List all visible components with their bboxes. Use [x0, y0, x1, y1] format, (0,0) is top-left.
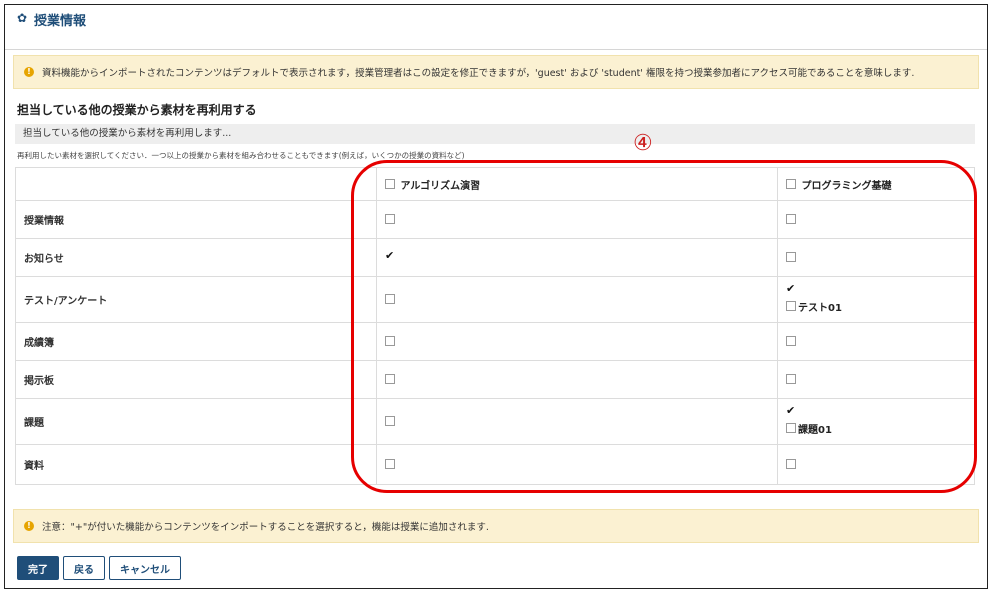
- gear-icon: ✿: [17, 11, 28, 25]
- table-row: 授業情報: [15, 200, 975, 239]
- cell-forum-programming: [777, 360, 975, 399]
- sub-item-test01: テスト01: [786, 299, 966, 314]
- done-button[interactable]: 完了: [17, 556, 59, 580]
- checkbox-announcements-algorithm[interactable]: [385, 249, 396, 263]
- checkbox-forum-algorithm[interactable]: [385, 374, 395, 384]
- info-icon: !: [24, 521, 34, 531]
- cell-forum-algorithm: [376, 360, 778, 399]
- checkbox-announcements-programming[interactable]: [786, 252, 796, 262]
- checkbox-course-info-algorithm[interactable]: [385, 214, 395, 224]
- checkbox-forum-programming[interactable]: [786, 374, 796, 384]
- table-row: 課題 課題01: [15, 398, 975, 445]
- table-row: 成績簿: [15, 322, 975, 361]
- warning-alert: ! 注意："+"が付いた機能からコンテンツをインポートすることを選択すると，機能…: [13, 509, 979, 543]
- table-row: 資料: [15, 444, 975, 485]
- cell-announcements-programming: [777, 238, 975, 277]
- checkbox-tests-algorithm[interactable]: [385, 294, 395, 304]
- column-header-algorithm: アルゴリズム演習: [376, 167, 778, 201]
- back-button[interactable]: 戻る: [63, 556, 105, 580]
- sub-item-label-test01: テスト01: [798, 302, 842, 314]
- checkbox-course-info-programming[interactable]: [786, 214, 796, 224]
- page-header: ✿ 授業情報: [5, 5, 987, 50]
- checkbox-gradebook-programming[interactable]: [786, 336, 796, 346]
- header-empty-cell: [15, 167, 377, 201]
- material-table: アルゴリズム演習 プログラミング基礎 授業情報 お知らせ テスト/アンケート テ…: [15, 167, 975, 485]
- cell-assignments-programming: 課題01: [777, 398, 975, 445]
- checkbox-assignments-algorithm[interactable]: [385, 416, 395, 426]
- cell-gradebook-programming: [777, 322, 975, 361]
- info-alert: ! 資料機能からインポートされたコンテンツはデフォルトで表示されます，授業管理者…: [13, 55, 979, 89]
- selection-hint: 再利用したい素材を選択してください．一つ以上の授業から素材を組み合わせることもで…: [17, 151, 465, 160]
- column-checkbox-programming[interactable]: [786, 179, 796, 189]
- info-alert-text: 資料機能からインポートされたコンテンツはデフォルトで表示されます，授業管理者はこ…: [42, 68, 915, 79]
- column-checkbox-algorithm[interactable]: [385, 179, 395, 189]
- section-subtitle: 担当している他の授業から素材を再利用します...: [15, 124, 975, 144]
- cell-announcements-algorithm: [376, 238, 778, 277]
- sub-item-assignment01: 課題01: [786, 421, 966, 436]
- row-label-tests: テスト/アンケート: [15, 276, 377, 323]
- cancel-button[interactable]: キャンセル: [109, 556, 181, 580]
- page-frame: ✿ 授業情報 ! 資料機能からインポートされたコンテンツはデフォルトで表示されま…: [4, 4, 988, 589]
- checkbox-assignment01[interactable]: [786, 423, 796, 434]
- table-row: お知らせ: [15, 238, 975, 277]
- cell-gradebook-algorithm: [376, 322, 778, 361]
- cell-course-info-algorithm: [376, 200, 778, 239]
- table-header-row: アルゴリズム演習 プログラミング基礎: [15, 167, 975, 201]
- cell-documents-programming: [777, 444, 975, 485]
- action-buttons: 完了 戻る キャンセル: [17, 556, 181, 580]
- table-row: テスト/アンケート テスト01: [15, 276, 975, 323]
- row-label-announcements: お知らせ: [15, 238, 377, 277]
- row-label-forum: 掲示板: [15, 360, 377, 399]
- cell-assignments-algorithm: [376, 398, 778, 445]
- page-title: 授業情報: [34, 14, 87, 29]
- info-icon: !: [24, 67, 34, 77]
- warning-alert-text: 注意："+"が付いた機能からコンテンツをインポートすることを選択すると，機能は授…: [42, 522, 489, 533]
- checkbox-gradebook-algorithm[interactable]: [385, 336, 395, 346]
- sub-item-label-assignment01: 課題01: [798, 424, 832, 436]
- checkbox-documents-algorithm[interactable]: [385, 459, 395, 469]
- column-label-programming: プログラミング基礎: [801, 180, 892, 192]
- row-label-documents: 資料: [15, 444, 377, 485]
- row-label-course-info: 授業情報: [15, 200, 377, 239]
- table-row: 掲示板: [15, 360, 975, 399]
- checkbox-documents-programming[interactable]: [786, 459, 796, 469]
- row-label-gradebook: 成績簿: [15, 322, 377, 361]
- cell-tests-programming: テスト01: [777, 276, 975, 323]
- section-title: 担当している他の授業から素材を再利用する: [17, 103, 257, 117]
- cell-documents-algorithm: [376, 444, 778, 485]
- column-header-programming: プログラミング基礎: [777, 167, 975, 201]
- cell-course-info-programming: [777, 200, 975, 239]
- row-label-assignments: 課題: [15, 398, 377, 445]
- checkbox-test01[interactable]: [786, 301, 796, 312]
- annotation-number: ④: [633, 131, 653, 156]
- cell-tests-algorithm: [376, 276, 778, 323]
- checkbox-assignments-programming[interactable]: [786, 404, 797, 419]
- checkbox-tests-programming[interactable]: [786, 282, 797, 297]
- column-label-algorithm: アルゴリズム演習: [400, 180, 481, 192]
